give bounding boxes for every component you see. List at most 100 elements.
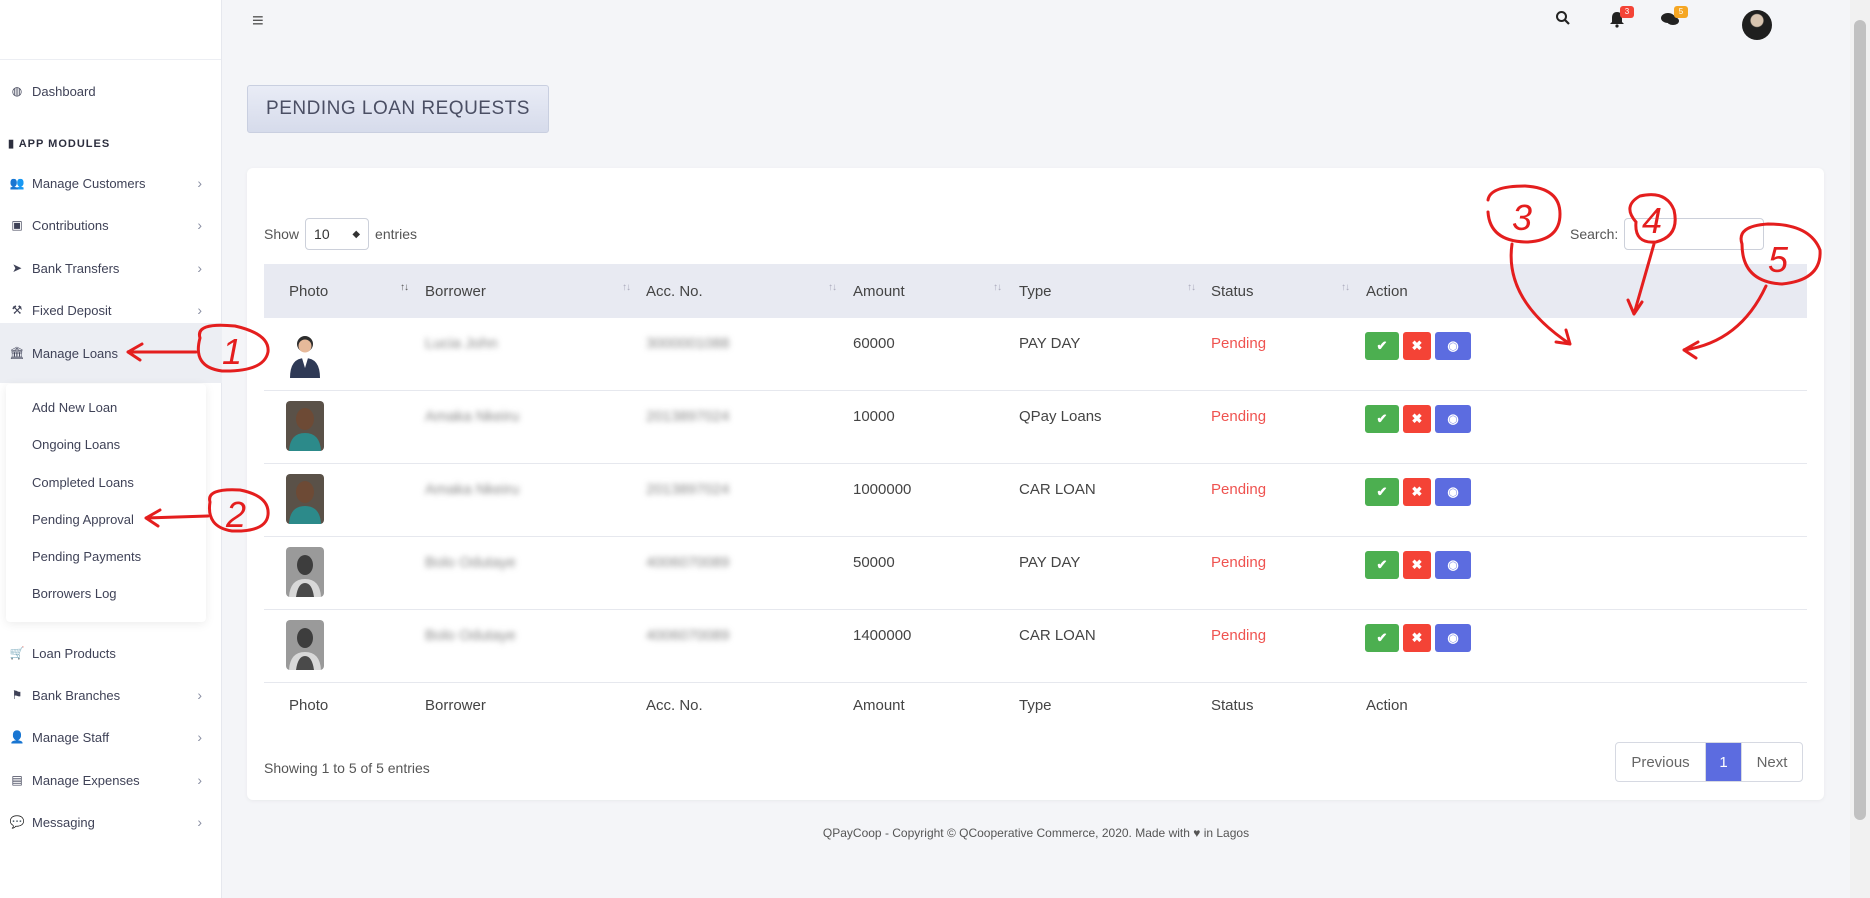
check-icon: ✔: [1376, 557, 1388, 572]
close-icon: ✖: [1411, 557, 1423, 572]
sidebar-item-messaging[interactable]: 💬 Messaging ›: [0, 805, 222, 839]
messages-badge: 5: [1674, 6, 1688, 18]
close-icon: ✖: [1411, 411, 1423, 426]
status-badge: Pending: [1211, 407, 1267, 425]
reject-button[interactable]: ✖: [1403, 405, 1431, 433]
table-row: Lucia John 3000001088 60000 PAY DAY Pend…: [264, 318, 1807, 391]
sidebar-item-manage-expenses[interactable]: ▤ Manage Expenses ›: [0, 763, 222, 797]
submenu-item-pending-payments[interactable]: Pending Payments: [32, 549, 141, 564]
next-button[interactable]: Next: [1742, 743, 1802, 781]
topbar: ≡ 3 5: [222, 0, 1850, 44]
borrower-name: Amaka Nkeiru: [425, 480, 520, 498]
reject-button[interactable]: ✖: [1403, 551, 1431, 579]
column-header-type[interactable]: Type: [1019, 264, 1052, 318]
view-button[interactable]: ◉: [1435, 624, 1471, 652]
borrower-photo: [286, 328, 324, 378]
sort-asc-icon: ↑↓: [400, 282, 409, 293]
bank-icon: 🏛: [9, 346, 25, 360]
view-button[interactable]: ◉: [1435, 478, 1471, 506]
search-icon[interactable]: [1555, 10, 1571, 31]
close-icon: ✖: [1411, 630, 1423, 645]
column-header-photo[interactable]: Photo: [289, 264, 328, 318]
sidebar-item-label: Messaging: [32, 814, 95, 830]
column-header-action: Action: [1366, 282, 1408, 300]
submenu-item-pending-approval[interactable]: Pending Approval: [32, 512, 134, 527]
flag-icon: ⚑: [11, 688, 23, 702]
sidebar-item-contributions[interactable]: ▣ Contributions ›: [0, 208, 222, 242]
notification-badge: 3: [1620, 6, 1634, 18]
approve-button[interactable]: ✔: [1365, 405, 1399, 433]
scrollbar[interactable]: [1850, 0, 1870, 898]
sidebar-item-manage-loans[interactable]: 🏛 Manage Loans: [0, 323, 222, 383]
eye-icon: ◉: [1447, 557, 1459, 572]
column-header-status[interactable]: Status: [1211, 264, 1254, 318]
menu-toggle-icon[interactable]: ≡: [252, 10, 264, 33]
loan-amount: 60000: [853, 334, 895, 352]
check-icon: ✔: [1376, 411, 1388, 426]
eye-icon: ◉: [1447, 338, 1459, 353]
submenu-item-ongoing-loans[interactable]: Ongoing Loans: [32, 437, 120, 452]
submenu-item-borrowers-log[interactable]: Borrowers Log: [32, 586, 117, 601]
reject-button[interactable]: ✖: [1403, 624, 1431, 652]
sidebar-item-manage-staff[interactable]: 👤 Manage Staff ›: [0, 720, 222, 754]
approve-button[interactable]: ✔: [1365, 332, 1399, 360]
view-button[interactable]: ◉: [1435, 551, 1471, 579]
reject-button[interactable]: ✖: [1403, 332, 1431, 360]
user-icon: 👤: [9, 730, 25, 744]
notifications-icon[interactable]: 3: [1608, 6, 1634, 33]
sidebar-item-dashboard[interactable]: ◍ Dashboard: [0, 74, 222, 108]
table-row: Amaka Nkeiru 2013897024 10000 QPay Loans…: [264, 391, 1807, 464]
table-search: Search:: [1570, 218, 1765, 250]
sidebar-item-fixed-deposit[interactable]: ⚒ Fixed Deposit ›: [0, 293, 222, 327]
borrower-photo: [286, 620, 324, 670]
row-actions: ✔ ✖ ◉: [1365, 624, 1471, 652]
scrollbar-thumb[interactable]: [1854, 20, 1866, 820]
loans-submenu: Add New Loan Ongoing Loans Completed Loa…: [6, 384, 206, 622]
loan-type: PAY DAY: [1019, 334, 1081, 352]
chevron-right-icon: ›: [197, 772, 202, 788]
status-badge: Pending: [1211, 334, 1267, 352]
table-header: Photo ↑↓ Borrower ↑↓ Acc. No. ↑↓ Amount …: [264, 264, 1807, 318]
loan-amount: 50000: [853, 553, 895, 571]
view-button[interactable]: ◉: [1435, 405, 1471, 433]
sidebar-item-label: Manage Expenses: [32, 772, 140, 788]
gavel-icon: ⚒: [11, 303, 23, 317]
account-number: 4006070089: [646, 553, 730, 571]
send-icon: ➤: [11, 261, 23, 275]
messages-icon[interactable]: 5: [1660, 6, 1688, 33]
account-number: 2013897024: [646, 480, 730, 498]
reject-button[interactable]: ✖: [1403, 478, 1431, 506]
page-button[interactable]: 1: [1706, 743, 1742, 781]
entries-select[interactable]: 10 ◆: [305, 218, 370, 250]
row-actions: ✔ ✖ ◉: [1365, 551, 1471, 579]
search-input[interactable]: [1624, 218, 1765, 250]
sidebar-item-bank-transfers[interactable]: ➤ Bank Transfers ›: [0, 251, 222, 285]
chevron-right-icon: ›: [197, 175, 202, 191]
cart-icon: 🛒: [9, 646, 25, 660]
sidebar-item-manage-customers[interactable]: 👥 Manage Customers ›: [0, 166, 222, 200]
approve-button[interactable]: ✔: [1365, 478, 1399, 506]
approve-button[interactable]: ✔: [1365, 624, 1399, 652]
submenu-item-completed-loans[interactable]: Completed Loans: [32, 475, 134, 490]
sort-icon: ↑↓: [828, 282, 837, 293]
view-button[interactable]: ◉: [1435, 332, 1471, 360]
sidebar-item-loan-products[interactable]: 🛒 Loan Products: [0, 636, 222, 670]
approve-button[interactable]: ✔: [1365, 551, 1399, 579]
borrower-name: Lucia John: [425, 334, 498, 352]
column-header-amount[interactable]: Amount: [853, 264, 905, 318]
column-header-acc-no[interactable]: Acc. No.: [646, 264, 703, 318]
annotation-label-2: 2: [225, 494, 246, 535]
footer-column-acc-no: Acc. No.: [646, 696, 703, 714]
receipt-icon: ▤: [11, 773, 23, 787]
page-title: PENDING LOAN REQUESTS: [247, 85, 549, 133]
chevron-right-icon: ›: [197, 302, 202, 318]
previous-button[interactable]: Previous: [1616, 743, 1706, 781]
loans-table-card: Show 10 ◆ entries Search: Photo ↑↓ Borro…: [247, 168, 1824, 800]
column-header-borrower[interactable]: Borrower: [425, 264, 486, 318]
chevron-right-icon: ›: [197, 814, 202, 830]
sidebar-item-label: Fixed Deposit: [32, 302, 112, 318]
avatar[interactable]: [1742, 10, 1772, 40]
sidebar-item-bank-branches[interactable]: ⚑ Bank Branches ›: [0, 678, 222, 712]
check-icon: ✔: [1376, 484, 1388, 499]
submenu-item-add-new-loan[interactable]: Add New Loan: [32, 400, 117, 415]
